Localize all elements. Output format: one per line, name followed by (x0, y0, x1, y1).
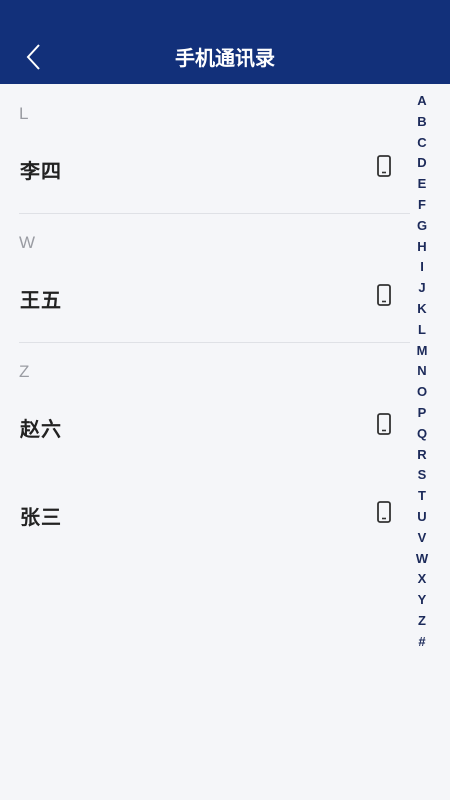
section-header-w: W (19, 233, 36, 252)
divider (19, 213, 410, 214)
contact-name: 李四 (20, 159, 62, 183)
section-header-l: L (19, 104, 29, 123)
index-letter-x[interactable]: X (411, 569, 433, 590)
index-letter-s[interactable]: S (411, 465, 433, 486)
index-letter-h[interactable]: H (411, 237, 433, 258)
index-letter-a[interactable]: A (411, 91, 433, 112)
alphabet-index-bar: A B C D E F G H I J K L M N O P Q R S T U V W X Y Z # (411, 91, 433, 651)
index-letter-e[interactable]: E (411, 174, 433, 195)
index-letter-z[interactable]: Z (411, 611, 433, 632)
index-letter-g[interactable]: G (411, 216, 433, 237)
index-letter-j[interactable]: J (411, 278, 433, 299)
section-header-z: Z (19, 362, 30, 381)
index-letter-u[interactable]: U (411, 507, 433, 528)
index-letter-o[interactable]: O (411, 382, 433, 403)
index-letter-r[interactable]: R (411, 445, 433, 466)
contact-row[interactable]: 王五 (0, 268, 410, 328)
contact-name: 王五 (20, 288, 62, 312)
contact-name: 张三 (20, 505, 62, 529)
index-letter-f[interactable]: F (411, 195, 433, 216)
index-letter-t[interactable]: T (411, 486, 433, 507)
contact-name: 赵六 (20, 417, 62, 441)
index-letter-l[interactable]: L (411, 320, 433, 341)
mobile-phone-icon (377, 155, 391, 177)
mobile-phone-icon (377, 284, 391, 306)
index-letter-d[interactable]: D (411, 153, 433, 174)
page-title: 手机通讯录 (175, 46, 275, 70)
index-letter-i[interactable]: I (411, 257, 433, 278)
index-letter-q[interactable]: Q (411, 424, 433, 445)
index-letter-k[interactable]: K (411, 299, 433, 320)
contact-row[interactable]: 李四 (0, 139, 410, 199)
contact-row[interactable]: 张三 (0, 485, 410, 545)
index-letter-c[interactable]: C (411, 133, 433, 154)
index-letter-p[interactable]: P (411, 403, 433, 424)
app-header: 手机通讯录 (0, 0, 450, 84)
index-letter-w[interactable]: W (411, 549, 433, 570)
mobile-phone-icon (377, 501, 391, 523)
contact-row[interactable]: 赵六 (0, 397, 410, 457)
index-letter-hash[interactable]: # (411, 632, 433, 653)
index-letter-b[interactable]: B (411, 112, 433, 133)
index-letter-v[interactable]: V (411, 528, 433, 549)
divider (19, 342, 410, 343)
index-letter-m[interactable]: M (411, 341, 433, 362)
mobile-phone-icon (377, 413, 391, 435)
index-letter-n[interactable]: N (411, 361, 433, 382)
index-letter-y[interactable]: Y (411, 590, 433, 611)
